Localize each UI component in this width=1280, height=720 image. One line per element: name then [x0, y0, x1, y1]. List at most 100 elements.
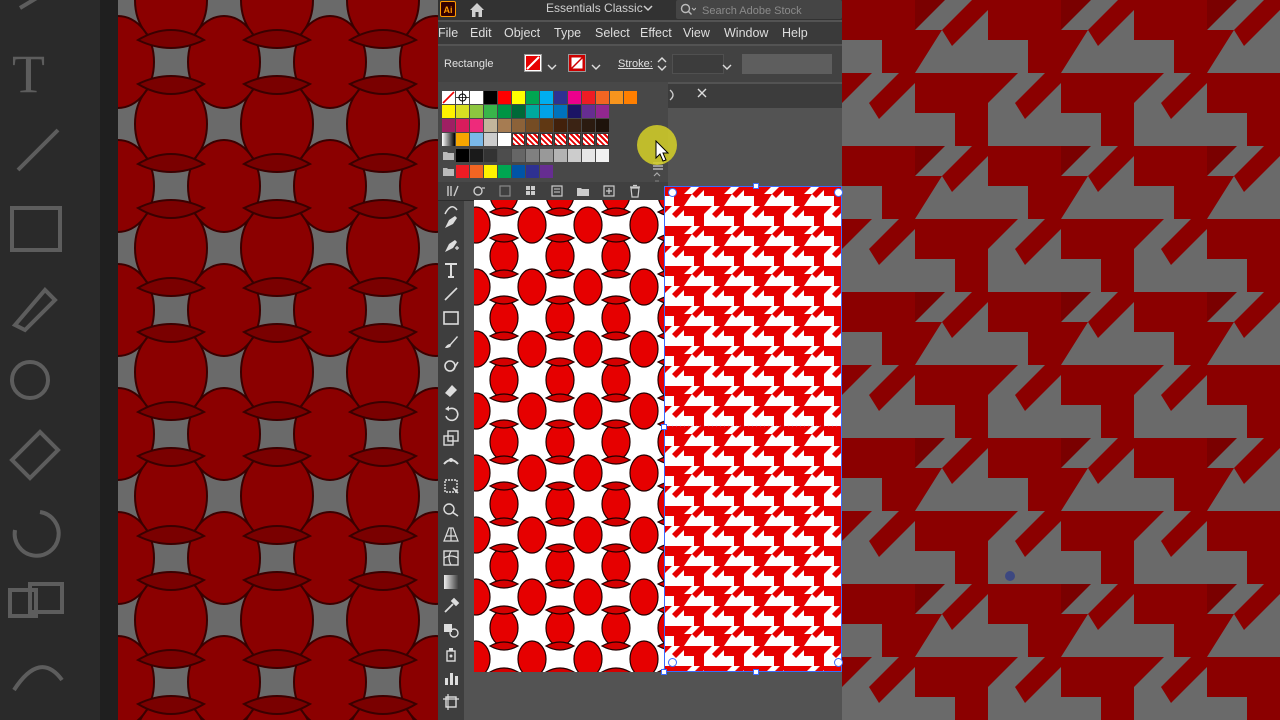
- color-swatch[interactable]: [540, 165, 553, 178]
- stroke-swatch[interactable]: [568, 54, 586, 72]
- search-input[interactable]: [700, 1, 842, 20]
- color-swatch[interactable]: [512, 91, 525, 104]
- eyedropper-tool-icon[interactable]: [441, 596, 461, 616]
- color-swatch[interactable]: [484, 133, 497, 146]
- type-tool-icon[interactable]: [441, 260, 461, 280]
- live-corner-widget[interactable]: [668, 188, 677, 197]
- import-swatches-icon[interactable]: [550, 184, 564, 198]
- color-swatch[interactable]: [456, 149, 469, 162]
- folder-icon[interactable]: [442, 165, 455, 178]
- color-swatch[interactable]: [442, 105, 455, 118]
- color-swatch[interactable]: [470, 91, 483, 104]
- color-swatch[interactable]: [470, 165, 483, 178]
- artboard-tool-icon[interactable]: [441, 692, 461, 712]
- color-swatch[interactable]: [568, 91, 581, 104]
- stock-search[interactable]: [676, 0, 842, 20]
- menu-window[interactable]: Window: [724, 26, 768, 40]
- shaper-tool-icon[interactable]: [441, 356, 461, 376]
- chevron-down-icon[interactable]: [591, 59, 601, 77]
- rectangle-tool-icon[interactable]: [441, 308, 461, 328]
- menu-help[interactable]: Help: [782, 26, 808, 40]
- color-group-icon[interactable]: [524, 184, 538, 198]
- color-swatch[interactable]: [554, 119, 567, 132]
- color-swatch[interactable]: [456, 105, 469, 118]
- live-corner-widget[interactable]: [834, 188, 843, 197]
- color-swatch[interactable]: [498, 91, 511, 104]
- gradient-swatch[interactable]: [442, 133, 455, 146]
- color-swatch[interactable]: [526, 91, 539, 104]
- swatch-library-icon[interactable]: [446, 184, 460, 198]
- color-swatch[interactable]: [540, 119, 553, 132]
- color-swatch[interactable]: [456, 133, 469, 146]
- menu-edit[interactable]: Edit: [470, 26, 492, 40]
- color-swatch[interactable]: [582, 149, 595, 162]
- color-swatch[interactable]: [484, 149, 497, 162]
- folder-icon[interactable]: [576, 184, 590, 198]
- resize-handle-bottom-left[interactable]: [661, 669, 667, 675]
- symbol-sprayer-tool-icon[interactable]: [441, 644, 461, 664]
- pen-tool-icon[interactable]: [441, 212, 461, 232]
- color-swatch[interactable]: [596, 149, 609, 162]
- color-swatch[interactable]: [484, 119, 497, 132]
- color-swatch[interactable]: [596, 91, 609, 104]
- color-swatch[interactable]: [554, 105, 567, 118]
- paintbrush-tool-icon[interactable]: [441, 332, 461, 352]
- color-swatch[interactable]: [526, 165, 539, 178]
- close-icon[interactable]: [696, 87, 708, 102]
- pattern-swatch[interactable]: [582, 133, 595, 146]
- folder-icon[interactable]: [442, 149, 455, 162]
- color-swatch[interactable]: [526, 105, 539, 118]
- resize-handle-left[interactable]: [661, 424, 667, 430]
- color-swatch[interactable]: [540, 105, 553, 118]
- show-swatch-kinds-icon[interactable]: [472, 184, 486, 198]
- pattern-swatch[interactable]: [540, 133, 553, 146]
- menu-effect[interactable]: Effect: [640, 26, 672, 40]
- gradient-tool-icon[interactable]: [441, 572, 461, 592]
- color-swatch[interactable]: [512, 149, 525, 162]
- color-swatch[interactable]: [582, 119, 595, 132]
- swatch-options-icon[interactable]: [498, 184, 512, 198]
- color-swatch[interactable]: [540, 149, 553, 162]
- free-transform-tool-icon[interactable]: [441, 476, 461, 496]
- live-corner-widget[interactable]: [834, 658, 843, 667]
- home-icon[interactable]: [468, 1, 486, 19]
- none-swatch[interactable]: [442, 91, 455, 104]
- fill-swatch[interactable]: [524, 54, 542, 72]
- color-swatch[interactable]: [512, 105, 525, 118]
- color-swatch[interactable]: [582, 91, 595, 104]
- color-swatch[interactable]: [442, 119, 455, 132]
- line-tool-icon[interactable]: [441, 284, 461, 304]
- color-swatch[interactable]: [470, 133, 483, 146]
- color-swatch[interactable]: [498, 149, 511, 162]
- color-swatch[interactable]: [498, 119, 511, 132]
- resize-handle-bottom[interactable]: [753, 669, 759, 675]
- artboard-houndstooth-pattern[interactable]: [664, 186, 842, 672]
- color-swatch[interactable]: [568, 149, 581, 162]
- width-tool-icon[interactable]: [441, 452, 461, 472]
- stroke-label[interactable]: Stroke:: [618, 58, 653, 70]
- new-swatch-icon[interactable]: [602, 184, 616, 198]
- menu-object[interactable]: Object: [504, 26, 540, 40]
- color-swatch[interactable]: [568, 119, 581, 132]
- add-anchor-icon[interactable]: [441, 236, 461, 256]
- pattern-swatch[interactable]: [512, 133, 525, 146]
- workspace-switcher[interactable]: Essentials Classic: [546, 1, 643, 15]
- color-swatch[interactable]: [596, 119, 609, 132]
- live-corner-widget[interactable]: [668, 658, 677, 667]
- shape-builder-tool-icon[interactable]: [441, 500, 461, 520]
- color-swatch[interactable]: [456, 165, 469, 178]
- trash-icon[interactable]: [628, 184, 642, 198]
- color-swatch[interactable]: [484, 165, 497, 178]
- color-swatch[interactable]: [554, 91, 567, 104]
- menu-select[interactable]: Select: [595, 26, 630, 40]
- color-swatch[interactable]: [624, 91, 637, 104]
- color-swatch[interactable]: [456, 119, 469, 132]
- artboard-circle-pattern[interactable]: [474, 200, 664, 672]
- chevron-down-icon[interactable]: [547, 59, 557, 77]
- eraser-tool-icon[interactable]: [441, 380, 461, 400]
- pattern-swatch[interactable]: [596, 133, 609, 146]
- color-swatch[interactable]: [470, 105, 483, 118]
- column-graph-tool-icon[interactable]: [441, 668, 461, 688]
- color-swatch[interactable]: [526, 119, 539, 132]
- chevron-down-icon[interactable]: [722, 59, 732, 77]
